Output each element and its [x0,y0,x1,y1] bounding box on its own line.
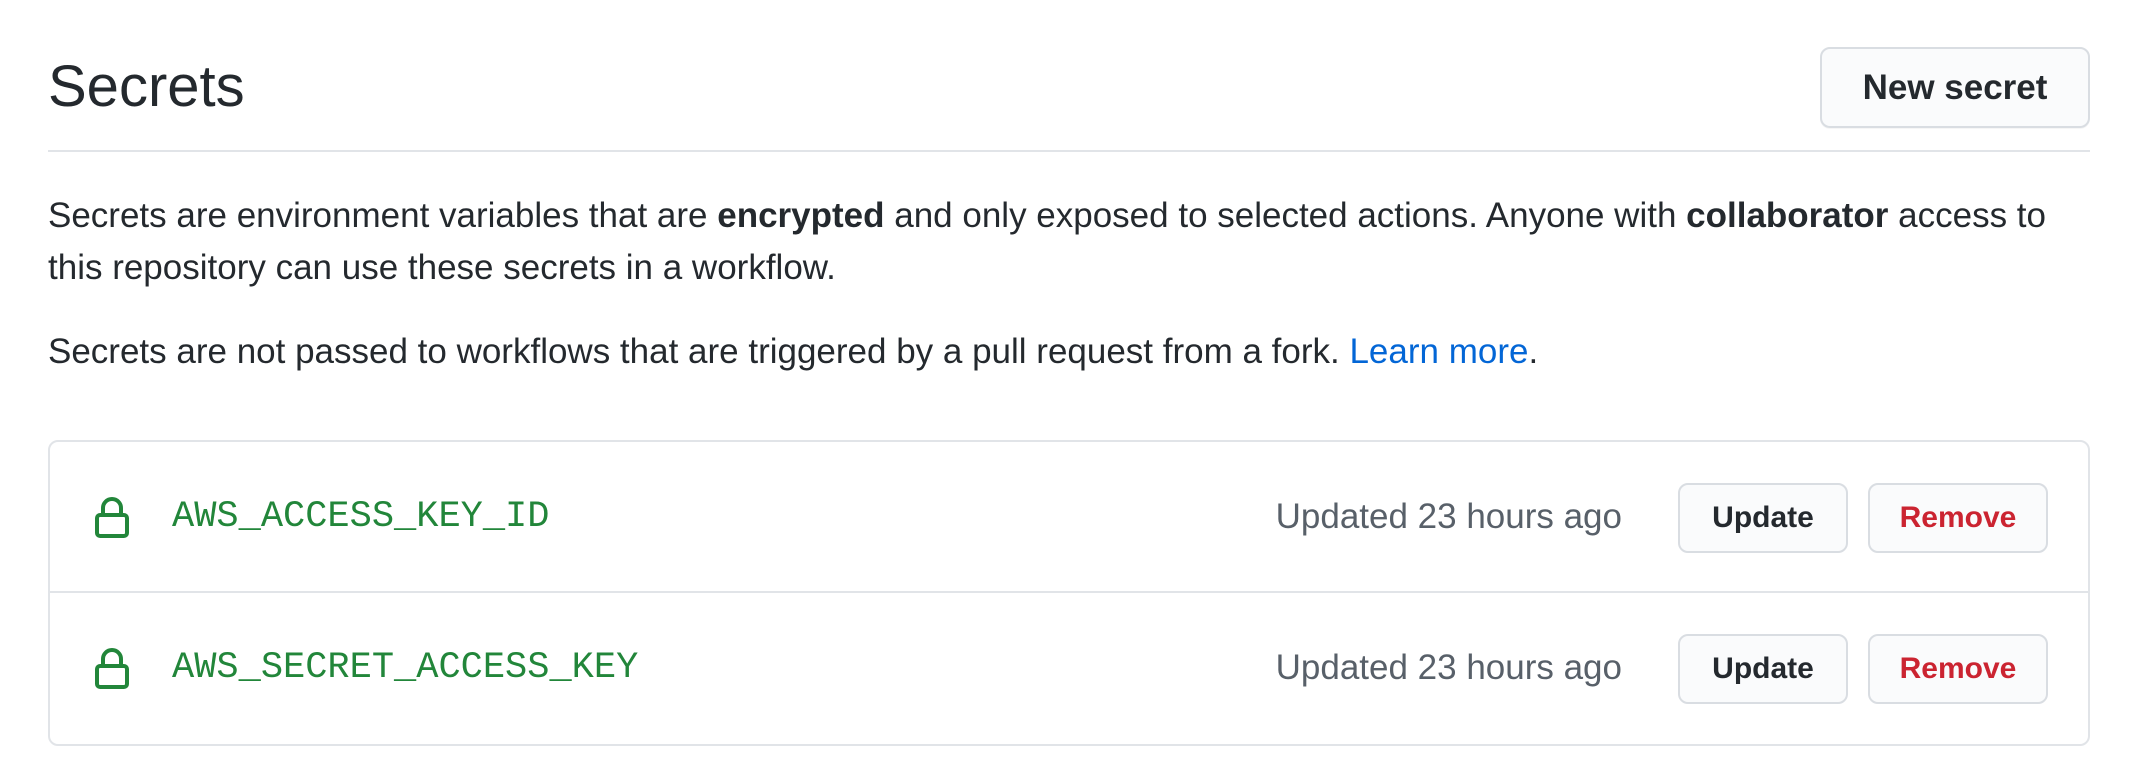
remove-secret-button[interactable]: Remove [1868,634,2048,704]
fork-note-period: . [1528,332,1539,371]
description-text-1: Secrets are environment variables that a… [48,196,718,235]
new-secret-button[interactable]: New secret [1820,47,2090,128]
secrets-page: Secrets New secret Secrets are environme… [0,0,2132,764]
secret-row: AWS_ACCESS_KEY_ID Updated 23 hours ago U… [50,442,2088,593]
fork-note: Secrets are not passed to workflows that… [48,326,2098,378]
secret-name: AWS_ACCESS_KEY_ID [172,496,550,538]
remove-secret-button[interactable]: Remove [1868,483,2048,553]
description-bold-encrypted: encrypted [717,196,885,235]
page-header: Secrets New secret [48,0,2090,152]
secret-row: AWS_SECRET_ACCESS_KEY Updated 23 hours a… [50,593,2088,744]
description-bold-collaborator: collaborator [1686,196,1889,235]
secret-updated-time: Updated 23 hours ago [1275,648,1622,687]
secrets-description: Secrets are environment variables that a… [48,190,2098,294]
secret-name: AWS_SECRET_ACCESS_KEY [172,647,639,689]
description-text-2: and only exposed to selected actions. An… [884,196,1687,235]
fork-note-text: Secrets are not passed to workflows that… [48,332,1350,371]
lock-icon [95,648,129,689]
secret-updated-time: Updated 23 hours ago [1275,497,1622,536]
page-title: Secrets [48,54,245,119]
update-secret-button[interactable]: Update [1678,634,1848,704]
secrets-list: AWS_ACCESS_KEY_ID Updated 23 hours ago U… [48,440,2090,746]
lock-icon [95,497,129,538]
learn-more-link[interactable]: Learn more [1349,332,1528,371]
update-secret-button[interactable]: Update [1678,483,1848,553]
